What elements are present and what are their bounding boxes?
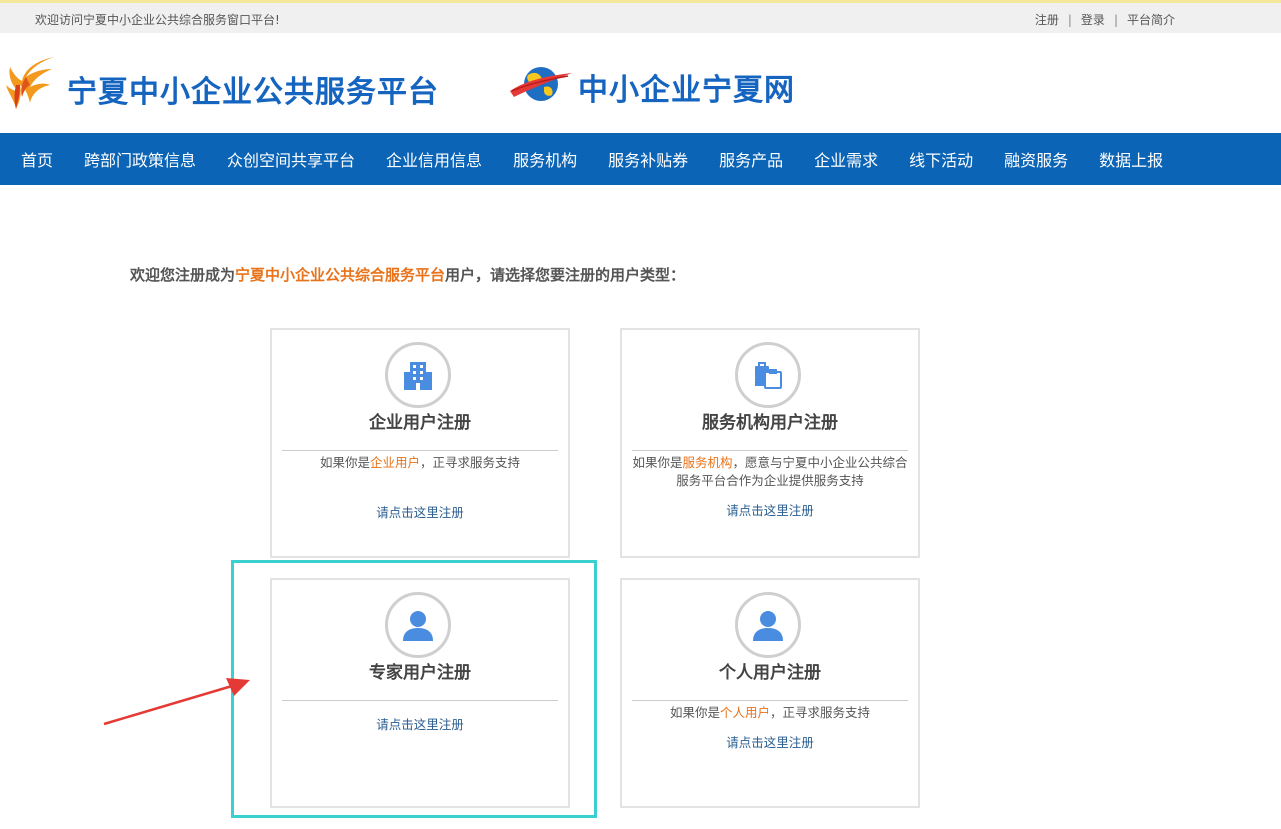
card-divider (632, 450, 908, 451)
nav-service-agency[interactable]: 服务机构 (513, 147, 577, 171)
nav-voucher[interactable]: 服务补贴券 (608, 147, 688, 171)
agency-register-card[interactable]: 服务机构用户注册 如果你是服务机构，愿意与宁夏中小企业公共综合服务平台合作为企业… (620, 328, 920, 558)
login-link[interactable]: 登录 (1081, 13, 1105, 27)
card-title: 服务机构用户注册 (702, 413, 838, 433)
briefcase-icon (735, 342, 801, 408)
nav-home[interactable]: 首页 (21, 147, 53, 171)
enterprise-register-card[interactable]: 企业用户注册 如果你是企业用户，正寻求服务支持 请点击这里注册 (270, 328, 570, 558)
top-bar: 欢迎访问宁夏中小企业公共综合服务窗口平台! 注册 | 登录 | 平台简介 (0, 0, 1281, 33)
nav-credit[interactable]: 企业信用信息 (386, 147, 482, 171)
agency-register-link[interactable]: 请点击这里注册 (622, 500, 918, 519)
nav-enterprise-demand[interactable]: 企业需求 (814, 147, 878, 171)
header: 宁夏中小企业公共服务平台 中小企业宁夏网 (0, 33, 1281, 133)
personal-register-card[interactable]: 个人用户注册 如果你是个人用户，正寻求服务支持 请点击这里注册 (620, 578, 920, 808)
phoenix-logo-icon[interactable] (4, 55, 56, 111)
card-divider (282, 450, 558, 451)
nav-service-products[interactable]: 服务产品 (719, 147, 783, 171)
card-title: 企业用户注册 (369, 413, 471, 433)
sme-ningxia-logo-text[interactable]: 中小企业宁夏网 (578, 65, 795, 109)
annotation-arrow-icon (103, 678, 250, 726)
building-icon (385, 342, 451, 408)
card-description: 如果你是企业用户，正寻求服务支持 (319, 455, 521, 470)
platform-logo-text[interactable]: 宁夏中小企业公共服务平台 (67, 67, 439, 111)
top-links: 注册 | 登录 | 平台简介 (1034, 13, 1175, 27)
card-title: 个人用户注册 (719, 663, 821, 683)
intro-text: 欢迎您注册成为宁夏中小企业公共综合服务平台用户，请选择您要注册的用户类型： (130, 266, 686, 284)
welcome-text: 欢迎访问宁夏中小企业公共综合服务窗口平台! (35, 13, 280, 27)
nav-policy[interactable]: 跨部门政策信息 (84, 147, 196, 171)
platform-name-highlight: 宁夏中小企业公共综合服务平台 (235, 266, 446, 284)
globe-logo-icon[interactable] (508, 61, 574, 107)
nav-offline-events[interactable]: 线下活动 (909, 147, 973, 171)
nav-maker-space[interactable]: 众创空间共享平台 (227, 147, 355, 171)
user-icon (735, 592, 801, 658)
main-nav: 首页 跨部门政策信息 众创空间共享平台 企业信用信息 服务机构 服务补贴券 服务… (0, 133, 1281, 185)
personal-register-link[interactable]: 请点击这里注册 (622, 732, 918, 751)
platform-intro-link[interactable]: 平台简介 (1127, 13, 1175, 27)
card-description: 如果你是个人用户，正寻求服务支持 (669, 705, 871, 720)
nav-financing[interactable]: 融资服务 (1004, 147, 1068, 171)
enterprise-register-link[interactable]: 请点击这里注册 (272, 502, 568, 521)
card-description: 如果你是服务机构，愿意与宁夏中小企业公共综合服务平台合作为企业提供服务支持 (632, 455, 908, 488)
annotation-highlight-box (231, 560, 597, 818)
nav-data-report[interactable]: 数据上报 (1099, 147, 1163, 171)
register-link[interactable]: 注册 (1035, 13, 1059, 27)
card-divider (632, 700, 908, 701)
